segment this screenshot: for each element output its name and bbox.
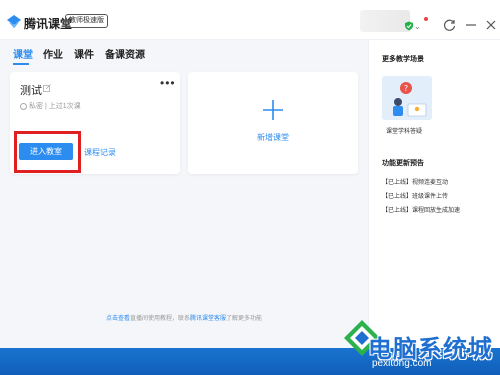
- course-meta-text: 私密 | 上过1次课: [29, 103, 81, 110]
- chevron-down-icon[interactable]: ⌄: [414, 22, 421, 31]
- enter-classroom-button[interactable]: 进入教室: [19, 143, 73, 160]
- tab-resources[interactable]: 备课资源: [105, 46, 145, 61]
- close-icon[interactable]: [484, 18, 498, 32]
- plus-icon: [263, 100, 283, 120]
- update-item[interactable]: 【已上线】视频连麦互动: [382, 177, 448, 186]
- footer-text-2: 了解更多功能: [226, 316, 263, 322]
- more-options-icon[interactable]: •••: [160, 76, 176, 90]
- app-window: 腾讯课堂 教师极速版 ⌄ 课堂 作业 课件 备课资源 测试 ••• 私密 | 上…: [0, 0, 500, 348]
- scenes-heading: 更多教学场景: [382, 56, 424, 63]
- scene-thumbnail[interactable]: ?: [382, 76, 432, 120]
- tab-classroom[interactable]: 课堂: [13, 46, 33, 61]
- privacy-icon: [20, 102, 27, 110]
- updates-heading: 功能更新预告: [382, 160, 424, 167]
- course-name: 测试: [20, 85, 42, 97]
- user-avatar-area[interactable]: [360, 10, 410, 32]
- add-course-label: 新增课堂: [257, 133, 289, 142]
- notification-dot: [424, 17, 428, 21]
- edit-icon[interactable]: [43, 84, 51, 92]
- course-card[interactable]: 测试 ••• 私密 | 上过1次课 进入教室 课程记录: [10, 72, 180, 174]
- tutorial-link[interactable]: 点击查看: [106, 316, 130, 322]
- watermark-url: pexitong.com: [372, 358, 432, 369]
- tab-courseware[interactable]: 课件: [74, 46, 94, 61]
- course-record-link[interactable]: 课程记录: [84, 147, 116, 158]
- main-tabs: 课堂 作业 课件 备课资源: [0, 46, 370, 66]
- update-item[interactable]: 【已上线】课程回放生成加速: [382, 205, 460, 214]
- title-bar: 腾讯课堂 教师极速版 ⌄: [0, 0, 500, 40]
- footer-tip: 点击查看直播间使用教程，联系腾讯课堂客服了解更多功能: [0, 313, 368, 322]
- refresh-icon[interactable]: [443, 18, 457, 32]
- edition-badge: 教师极速版: [65, 14, 108, 28]
- add-course-card[interactable]: 新增课堂: [188, 72, 358, 174]
- svg-text:?: ?: [404, 84, 408, 93]
- right-sidebar: 更多教学场景 ? 课堂学科答疑 功能更新预告 【已上线】视频连麦互动 【已上线】…: [368, 40, 500, 348]
- scene-label[interactable]: 课堂学科答疑: [386, 126, 422, 135]
- tab-homework[interactable]: 作业: [43, 46, 63, 61]
- shield-icon: [405, 21, 413, 31]
- scene-illustration-icon: ?: [382, 76, 432, 120]
- update-item[interactable]: 【已上线】班级课件上传: [382, 191, 448, 200]
- active-tab-indicator: [13, 63, 29, 65]
- support-link[interactable]: 腾讯课堂客服: [190, 316, 226, 322]
- footer-text-1: 直播间使用教程，联系: [129, 316, 190, 322]
- minimize-icon[interactable]: [464, 18, 478, 32]
- main-content: 测试 ••• 私密 | 上过1次课 进入教室 课程记录 新增课堂 点击查看直播间…: [0, 66, 368, 348]
- course-meta: 私密 | 上过1次课: [20, 101, 81, 111]
- tencent-classroom-logo-icon: [7, 15, 21, 28]
